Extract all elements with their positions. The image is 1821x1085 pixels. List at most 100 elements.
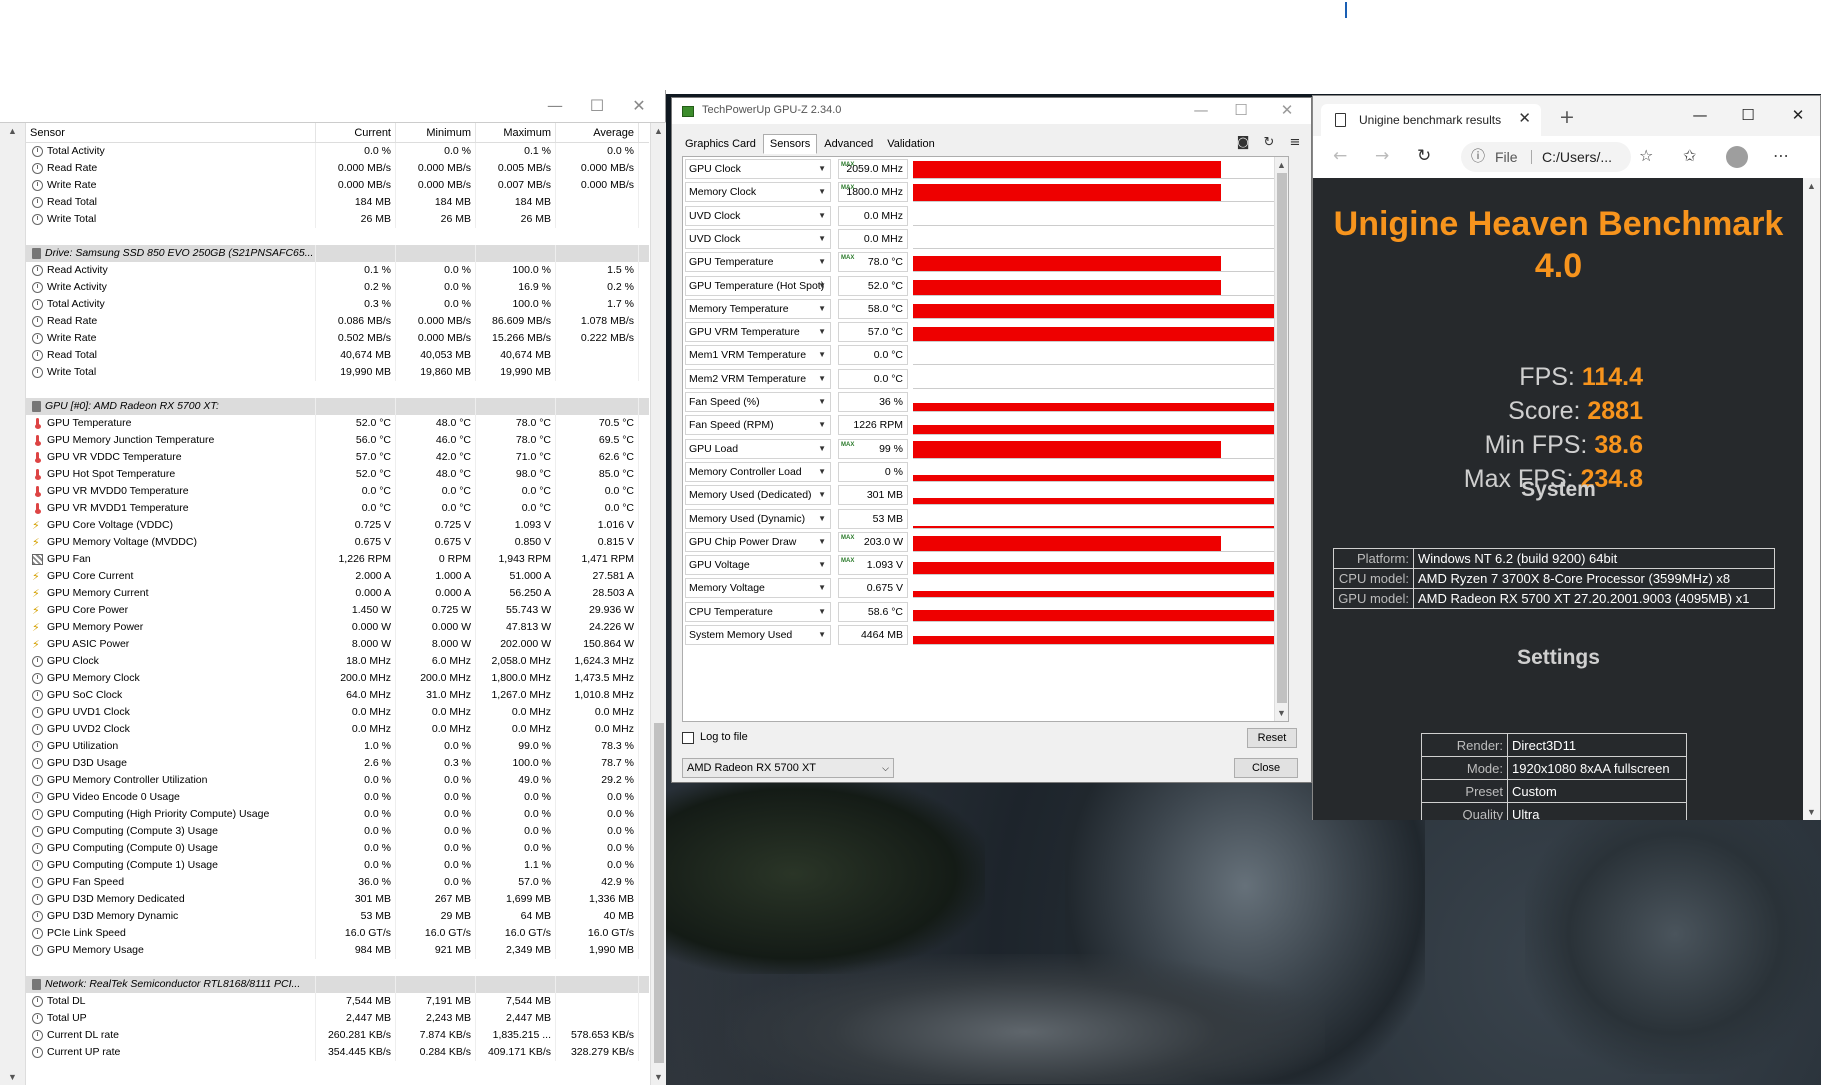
sensor-name-dropdown[interactable]: Mem1 VRM Temperature ▼ (685, 345, 831, 366)
sensor-name-dropdown[interactable]: UVD Clock ▼ (685, 228, 831, 249)
sensor-name-dropdown[interactable]: Mem2 VRM Temperature ▼ (685, 368, 831, 389)
table-row[interactable]: GPU Memory Current0.000 A0.000 A56.250 A… (26, 585, 649, 602)
column-header-average[interactable]: Average (556, 123, 639, 142)
camera-icon[interactable]: ◙ (1235, 135, 1251, 151)
table-row[interactable]: GPU Memory Clock 200.0 MHz 200.0 MHz 1,800.… (26, 670, 649, 687)
table-row[interactable]: GPU Core Voltage (VDDC)0.725 V0.725 V1.0… (26, 517, 649, 534)
log-to-file-checkbox[interactable] (682, 732, 694, 744)
table-row[interactable]: Write Rate 0.000 MB/s 0.000 MB/s 0.007 MB/s… (26, 177, 649, 194)
sensor-name-dropdown[interactable]: GPU VRM Temperature ▼ (685, 322, 831, 343)
table-row[interactable]: GPU Memory Usage 984 MB 921 MB 2,349 MB 1,99… (26, 942, 649, 959)
maximize-icon[interactable]: ☐ (1733, 106, 1763, 124)
browser-tab[interactable]: Unigine benchmark results ✕ (1321, 104, 1541, 136)
table-row[interactable]: GPU Temperature 52.0 °C 48.0 °C 78.0 °C 70.5… (26, 415, 649, 432)
table-row[interactable]: GPU Video Encode 0 Usage 0.0 % 0.0 % 0.0 % 0… (26, 789, 649, 806)
minimize-icon[interactable]: — (1685, 106, 1715, 124)
table-row[interactable]: Total DL 7,544 MB 7,191 MB 7,544 MB (26, 993, 649, 1010)
table-row[interactable]: GPU Fan Speed 36.0 % 0.0 % 57.0 % 42.9 % (26, 874, 649, 891)
scroll-down-icon[interactable]: ▼ (1803, 806, 1820, 818)
scrollbar-thumb[interactable] (654, 723, 664, 1063)
close-button[interactable]: Close (1234, 758, 1298, 778)
table-row[interactable]: GPU Clock 18.0 MHz 6.0 MHz 2,058.0 MHz 1,624… (26, 653, 649, 670)
sensor-name-dropdown[interactable]: GPU Load ▼ (685, 438, 831, 459)
sensor-group-row[interactable]: GPU [#0]: AMD Radeon RX 5700 XT: (26, 398, 649, 415)
table-row[interactable]: Write Total 26 MB 26 MB 26 MB (26, 211, 649, 228)
more-options-icon[interactable]: ⋯ (1773, 146, 1789, 165)
table-row[interactable]: Read Rate 0.086 MB/s 0.000 MB/s 86.609 MB/s… (26, 313, 649, 330)
table-row[interactable]: GPU VR MVDD0 Temperature 0.0 °C 0.0 °C 0.0 … (26, 483, 649, 500)
table-row[interactable]: Current UP rate 354.445 KB/s 0.284 KB/s 409… (26, 1044, 649, 1061)
table-row[interactable]: Total UP 2,447 MB 2,243 MB 2,447 MB (26, 1010, 649, 1027)
table-row[interactable]: GPU Hot Spot Temperature 52.0 °C 48.0 °C 98… (26, 466, 649, 483)
gpu-select[interactable]: AMD Radeon RX 5700 XT ⌵ (682, 758, 894, 778)
table-row[interactable]: GPU Memory Voltage (MVDDC) 0.675 V0.675 V… (26, 534, 649, 551)
table-row[interactable]: GPU Core Power 1.450 W0.725 W55.743 W29.9… (26, 602, 649, 619)
reset-button[interactable]: Reset (1247, 728, 1297, 748)
refresh-icon[interactable]: ↻ (1261, 135, 1277, 151)
table-row[interactable]: GPU UVD1 Clock 0.0 MHz 0.0 MHz 0.0 MHz 0.0 M… (26, 704, 649, 721)
scroll-up-icon[interactable]: ▲ (0, 125, 25, 137)
table-row[interactable]: GPU Memory Junction Temperature 56.0 °C 46… (26, 432, 649, 449)
table-row[interactable]: GPU Computing (Compute 0) Usage 0.0 % 0.0 … (26, 840, 649, 857)
sensor-name-dropdown[interactable]: CPU Temperature ▼ (685, 601, 831, 622)
sensor-name-dropdown[interactable]: GPU Temperature (Hot Spot) ▼ (685, 275, 831, 296)
table-row[interactable]: GPU UVD2 Clock 0.0 MHz 0.0 MHz 0.0 MHz 0.0 M… (26, 721, 649, 738)
table-row[interactable]: Write Rate 0.502 MB/s 0.000 MB/s 15.266 MB/… (26, 330, 649, 347)
table-row[interactable]: GPU ASIC Power8.000 W8.000 W202.000 W150… (26, 636, 649, 653)
table-row[interactable]: GPU Computing (Compute 3) Usage 0.0 % 0.0 … (26, 823, 649, 840)
menu-icon[interactable]: ≡ (1287, 135, 1303, 151)
tab-validation[interactable]: Validation (880, 134, 942, 154)
profile-avatar[interactable] (1726, 146, 1748, 168)
table-row[interactable]: GPU Fan 1,226 RPM 0 RPM 1,943 RPM 1,471 RPM (26, 551, 649, 568)
close-icon[interactable]: ✕ (624, 96, 654, 116)
minimize-icon[interactable]: — (540, 96, 570, 116)
scroll-up-icon[interactable]: ▲ (651, 125, 666, 137)
table-row[interactable]: Write Activity 0.2 % 0.0 % 16.9 % 0.2 % (26, 279, 649, 296)
table-row[interactable]: Read Total 184 MB 184 MB 184 MB (26, 194, 649, 211)
favorites-list-icon[interactable]: ✩ (1683, 146, 1696, 165)
table-row[interactable]: Read Rate 0.000 MB/s 0.000 MB/s 0.005 MB/s 0… (26, 160, 649, 177)
scroll-down-icon[interactable]: ▼ (651, 1071, 666, 1083)
table-row[interactable]: GPU D3D Memory Dedicated 301 MB 267 MB 1,69… (26, 891, 649, 908)
table-row[interactable]: GPU Memory Controller Utilization 0.0 % 0.… (26, 772, 649, 789)
scrollbar-thumb[interactable] (1277, 173, 1287, 703)
table-row[interactable]: GPU Computing (High Priority Compute) Us… (26, 806, 649, 823)
table-row[interactable]: PCIe Link Speed 16.0 GT/s 16.0 GT/s 16.0 GT… (26, 925, 649, 942)
tab-graphics-card[interactable]: Graphics Card (678, 134, 763, 154)
gpuz-scrollbar[interactable]: ▲ ▼ (1274, 157, 1288, 721)
sensor-name-dropdown[interactable]: Memory Used (Dynamic) ▼ (685, 508, 831, 529)
column-header-maximum[interactable]: Maximum (476, 123, 556, 142)
maximize-icon[interactable]: ☐ (582, 96, 612, 116)
sensor-name-dropdown[interactable]: Fan Speed (%) ▼ (685, 392, 831, 412)
sensor-name-dropdown[interactable]: Memory Clock ▼ (685, 182, 831, 203)
column-header-minimum[interactable]: Minimum (396, 123, 476, 142)
close-icon[interactable]: ✕ (1272, 101, 1302, 119)
sensor-name-dropdown[interactable]: GPU Temperature ▼ (685, 252, 831, 273)
sensor-name-dropdown[interactable]: UVD Clock ▼ (685, 205, 831, 226)
scroll-up-icon[interactable]: ▲ (1275, 159, 1288, 171)
column-header-sensor[interactable]: Sensor (26, 123, 316, 142)
favorite-star-icon[interactable]: ☆ (1639, 146, 1653, 165)
sensor-name-dropdown[interactable]: GPU Voltage ▼ (685, 555, 831, 576)
close-tab-icon[interactable]: ✕ (1518, 109, 1531, 127)
sensor-name-dropdown[interactable]: Memory Temperature ▼ (685, 298, 831, 319)
scroll-down-icon[interactable]: ▼ (1275, 707, 1288, 719)
table-row[interactable]: GPU Core Current 2.000 A1.000 A51.000 A27… (26, 568, 649, 585)
minimize-icon[interactable]: — (1186, 101, 1216, 119)
table-row[interactable]: Current DL rate 260.281 KB/s 7.874 KB/s 1,8… (26, 1027, 649, 1044)
sensor-group-row[interactable]: Network: RealTek Semiconductor RTL8168/8… (26, 976, 649, 993)
close-icon[interactable]: ✕ (1783, 106, 1813, 124)
sensor-group-row[interactable]: Drive: Samsung SSD 850 EVO 250GB (S21PNS… (26, 245, 649, 262)
table-row[interactable]: GPU D3D Memory Dynamic 53 MB 29 MB 64 MB 40 … (26, 908, 649, 925)
table-row[interactable]: Read Total 40,674 MB 40,053 MB 40,674 MB (26, 347, 649, 364)
back-arrow-icon[interactable]: ← (1333, 146, 1347, 166)
sensor-name-dropdown[interactable]: Memory Used (Dedicated) ▼ (685, 485, 831, 506)
table-row[interactable]: Write Total 19,990 MB 19,860 MB 19,990 MB (26, 364, 649, 381)
table-row[interactable]: GPU D3D Usage 2.6 % 0.3 % 100.0 % 78.7 % (26, 755, 649, 772)
browser-scrollbar[interactable]: ▲ ▼ (1803, 178, 1820, 820)
sensor-name-dropdown[interactable]: Memory Voltage ▼ (685, 578, 831, 599)
table-row[interactable]: Read Activity 0.1 % 0.0 % 100.0 % 1.5 % (26, 262, 649, 279)
hwinfo-left-scrollbar[interactable]: ▲ ▼ (0, 123, 26, 1085)
forward-arrow-icon[interactable]: → (1375, 146, 1389, 166)
info-icon[interactable]: ⓘ (1471, 142, 1485, 172)
